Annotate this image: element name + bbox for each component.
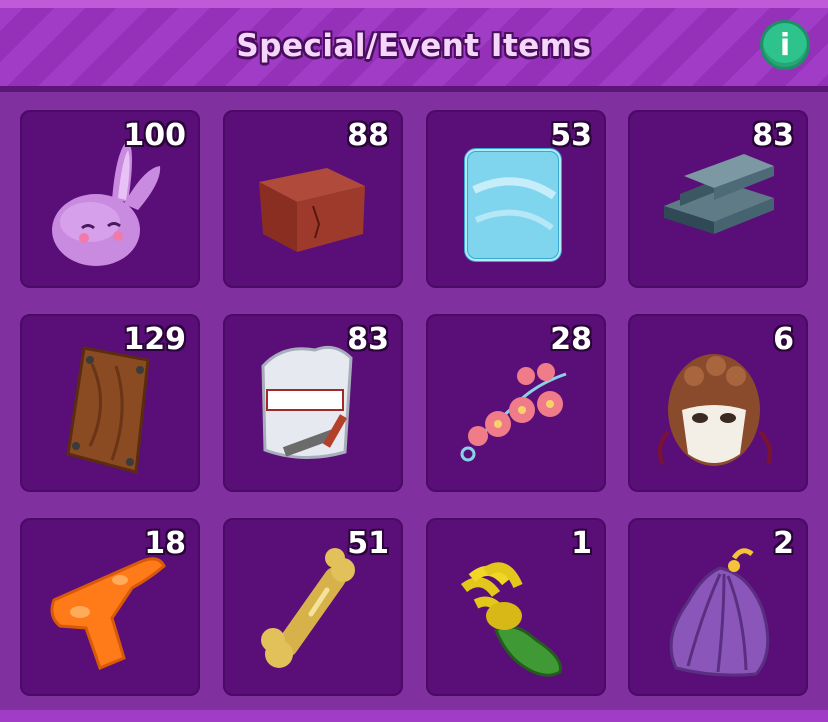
item-count: 51 <box>347 526 389 561</box>
item-count: 129 <box>123 322 186 357</box>
item-tile[interactable]: 51 <box>223 518 403 696</box>
item-count: 83 <box>347 322 389 357</box>
item-count: 1 <box>571 526 592 561</box>
items-grid: 100 88 53 83 129 83 28 6 18 51 1 2 <box>0 92 828 714</box>
item-count: 6 <box>773 322 794 357</box>
bottom-bar <box>0 710 828 722</box>
page-title: Special/Event Items <box>236 28 592 64</box>
item-count: 53 <box>550 118 592 153</box>
item-tile[interactable]: 2 <box>628 518 808 696</box>
item-tile[interactable]: 1 <box>426 518 606 696</box>
item-count: 83 <box>752 118 794 153</box>
info-icon: i <box>779 27 791 63</box>
header-bar: Special/Event Items i <box>0 0 828 92</box>
item-tile[interactable]: 53 <box>426 110 606 288</box>
item-count: 2 <box>773 526 794 561</box>
item-tile[interactable]: 129 <box>20 314 200 492</box>
item-tile[interactable]: 100 <box>20 110 200 288</box>
item-count: 100 <box>123 118 186 153</box>
item-tile[interactable]: 83 <box>223 314 403 492</box>
item-count: 28 <box>550 322 592 357</box>
item-tile[interactable]: 88 <box>223 110 403 288</box>
item-tile[interactable]: 83 <box>628 110 808 288</box>
item-tile[interactable]: 18 <box>20 518 200 696</box>
item-tile[interactable]: 28 <box>426 314 606 492</box>
item-tile[interactable]: 6 <box>628 314 808 492</box>
item-count: 18 <box>144 526 186 561</box>
info-button[interactable]: i <box>760 20 810 70</box>
item-count: 88 <box>347 118 389 153</box>
header-top-strip <box>0 0 828 8</box>
